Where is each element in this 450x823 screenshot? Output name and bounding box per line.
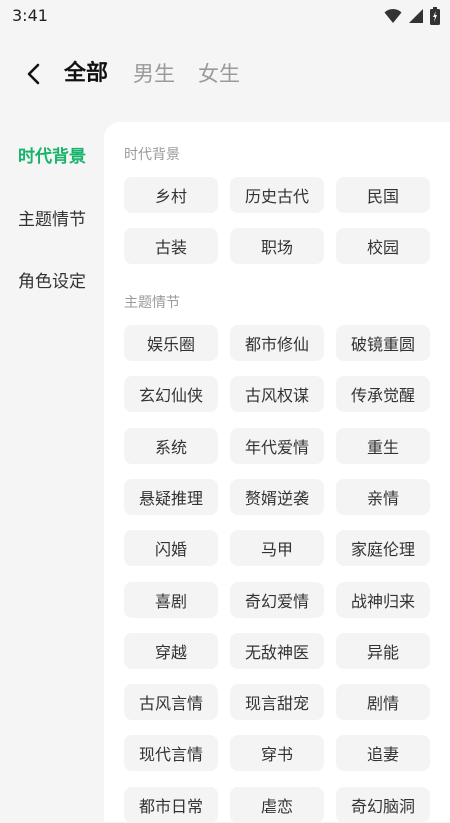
tag-chip[interactable]: 现言甜宠 <box>230 684 324 721</box>
tag-chip[interactable]: 家庭伦理 <box>336 530 430 567</box>
tag-chip[interactable]: 悬疑推理 <box>124 478 218 515</box>
tag-chip[interactable]: 历史古代 <box>230 177 324 213</box>
back-arrow-icon[interactable] <box>20 60 48 88</box>
tag-panel: 时代背景乡村 历史古代 民国古装 职场 校园主题情节娱乐圈 都市修仙 破镜重圆玄幻仙侠 古风权… <box>104 122 450 823</box>
tag-chip[interactable]: 破镜重圆 <box>336 325 430 361</box>
tag-chip[interactable]: 传承觉醒 <box>336 376 430 413</box>
section-title-era-background: 时代背景 <box>124 147 180 163</box>
sidebar-item-era-background[interactable]: 时代背景 <box>18 142 86 167</box>
status-icons <box>384 7 440 25</box>
tag-chip[interactable]: 剧情 <box>336 684 430 721</box>
tag-chip[interactable]: 系统 <box>124 427 218 464</box>
tab-female[interactable]: 女生 <box>198 60 240 88</box>
tag-chip[interactable]: 马甲 <box>230 530 324 567</box>
signal-icon <box>409 9 423 23</box>
tag-chip[interactable]: 战神归来 <box>336 581 430 618</box>
sidebar-item-character-setting[interactable]: 角色设定 <box>18 267 86 292</box>
sidebar-item-theme-plot[interactable]: 主题情节 <box>18 205 86 230</box>
tag-chip[interactable]: 民国 <box>336 177 430 213</box>
tag-chip[interactable]: 穿越 <box>124 632 218 669</box>
tag-chip[interactable]: 虐恋 <box>230 786 324 823</box>
tag-chip[interactable]: 古装 <box>124 228 218 265</box>
tab-male[interactable]: 男生 <box>133 60 175 88</box>
wifi-icon <box>384 8 402 23</box>
tag-chip[interactable]: 乡村 <box>124 177 218 213</box>
tag-chip[interactable]: 喜剧 <box>124 581 218 618</box>
battery-icon <box>430 7 440 25</box>
tag-chip[interactable]: 都市修仙 <box>230 325 324 361</box>
status-bar: 3:41 <box>0 0 450 32</box>
tag-chip[interactable]: 穿书 <box>230 735 324 772</box>
tag-chip[interactable]: 古风权谋 <box>230 376 324 413</box>
tag-chip[interactable]: 奇幻爱情 <box>230 581 324 618</box>
tag-chip[interactable]: 娱乐圈 <box>124 325 218 361</box>
tag-chip[interactable]: 现代言情 <box>124 735 218 772</box>
tag-chip[interactable]: 异能 <box>336 632 430 669</box>
tag-chip[interactable]: 年代爱情 <box>230 427 324 464</box>
tag-chip[interactable]: 奇幻脑洞 <box>336 786 430 823</box>
tab-all[interactable]: 全部 <box>64 60 108 88</box>
tag-chip[interactable]: 无敌神医 <box>230 632 324 669</box>
tag-chip[interactable]: 职场 <box>230 228 324 265</box>
tag-chip[interactable]: 亲情 <box>336 478 430 515</box>
status-time: 3:41 <box>12 6 48 25</box>
header: 全部 男生 女生 <box>0 52 450 98</box>
tag-chip[interactable]: 闪婚 <box>124 530 218 567</box>
tag-chip[interactable]: 校园 <box>336 228 430 265</box>
tag-chip[interactable]: 古风言情 <box>124 684 218 721</box>
tag-chip[interactable]: 都市日常 <box>124 786 218 823</box>
section-title-theme-plot: 主题情节 <box>124 295 180 311</box>
tag-chip[interactable]: 重生 <box>336 427 430 464</box>
tag-chip[interactable]: 追妻 <box>336 735 430 772</box>
tag-chip[interactable]: 玄幻仙侠 <box>124 376 218 413</box>
tag-chip[interactable]: 赘婿逆袭 <box>230 478 324 515</box>
